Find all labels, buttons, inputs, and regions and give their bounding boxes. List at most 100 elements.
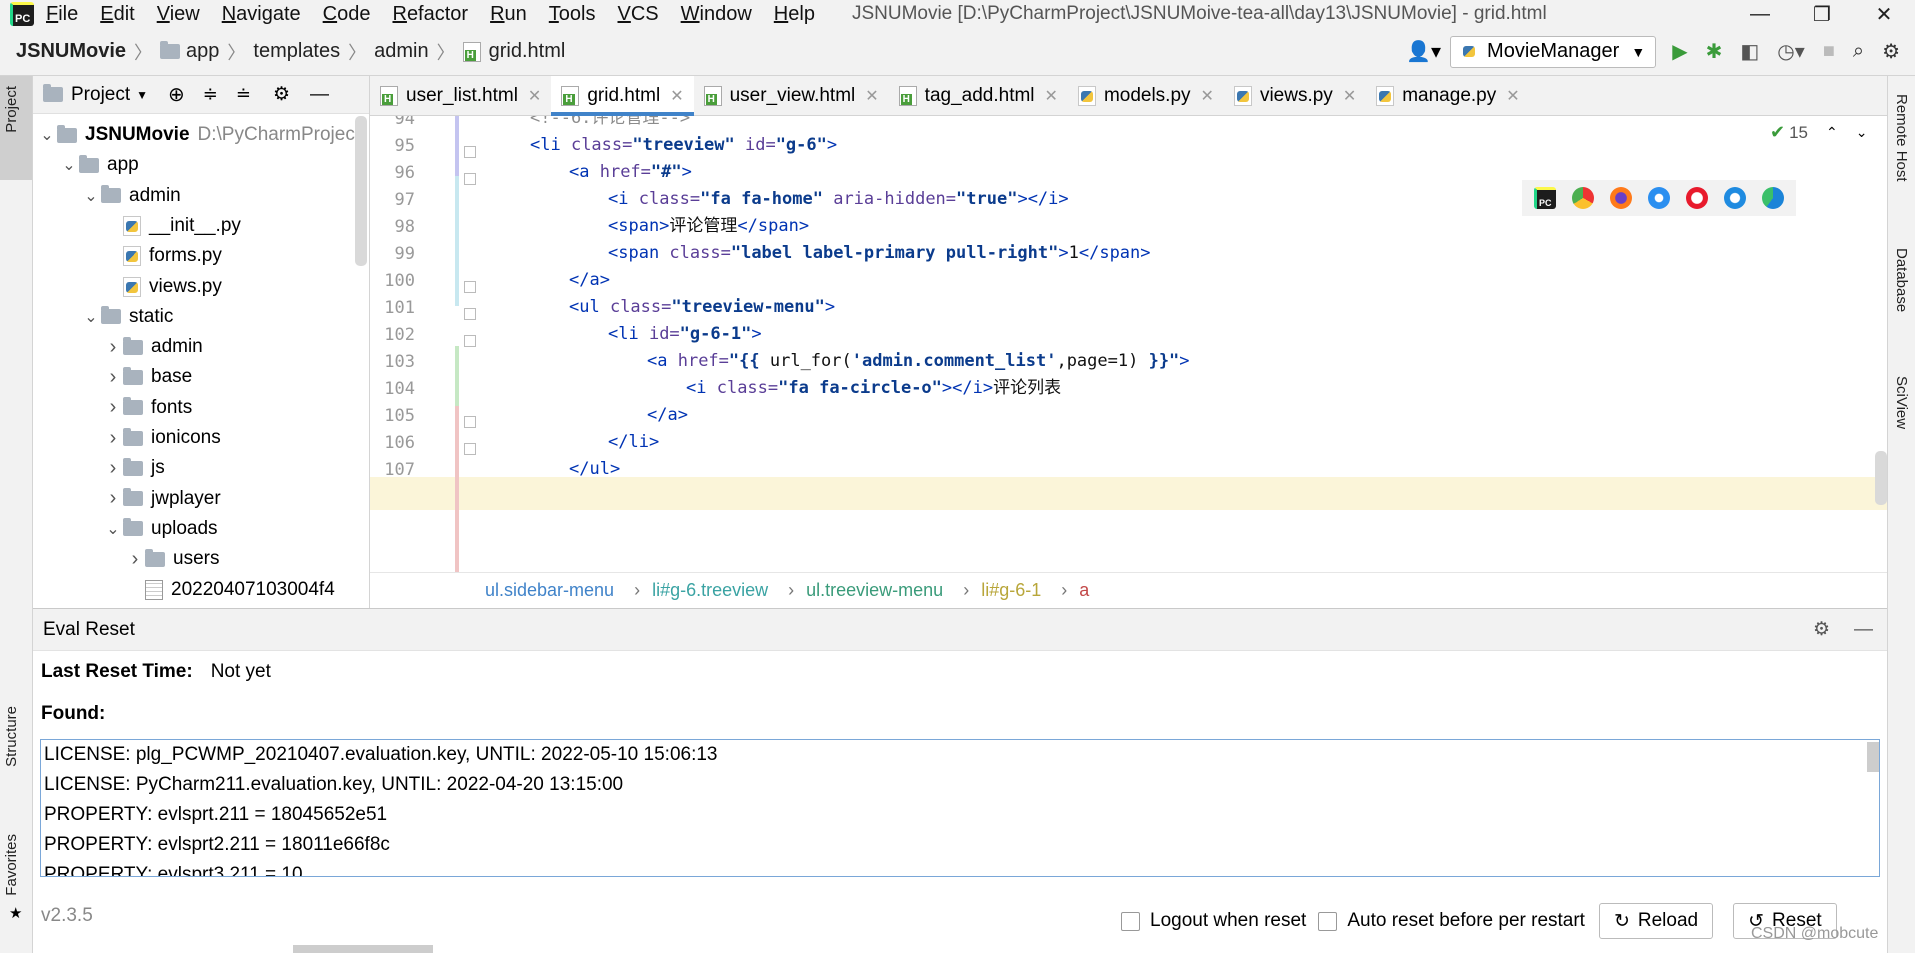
chevron-right-icon[interactable]: › xyxy=(103,366,123,389)
fold-marker-icon[interactable] xyxy=(464,308,476,320)
remote-host-tab[interactable]: Remote Host xyxy=(1893,94,1910,182)
close-icon[interactable]: ✕ xyxy=(1853,2,1915,27)
settings-icon[interactable]: ⚙ xyxy=(1882,39,1900,64)
close-tab-icon[interactable]: ✕ xyxy=(865,86,878,106)
menu-help[interactable]: Help xyxy=(774,3,815,26)
project-panel-title[interactable]: Project xyxy=(71,84,130,106)
tree-item-ionicons[interactable]: › ionicons xyxy=(103,423,221,453)
tree-item-app[interactable]: ⌄ app xyxy=(59,150,138,180)
tree-item-jsnumovie[interactable]: ⌄ JSNUMovie D:\PyCharmProject xyxy=(37,120,360,150)
chevron-right-icon[interactable]: › xyxy=(103,487,123,510)
stop-icon[interactable]: ■ xyxy=(1823,40,1835,63)
menu-vcs[interactable]: VCS xyxy=(618,3,659,26)
inspection-widget[interactable]: ✔ 15 ⌃ ⌄ xyxy=(1770,122,1867,143)
crumb-templates[interactable]: templates xyxy=(253,40,340,63)
close-tab-icon[interactable]: ✕ xyxy=(1343,86,1356,106)
tree-item-forms-py[interactable]: forms.py xyxy=(103,241,222,271)
html-crumb[interactable]: ul.sidebar-menu xyxy=(485,580,614,601)
tab-tag_add-html[interactable]: tag_add.html ✕ xyxy=(889,76,1068,116)
search-icon[interactable]: ⌕ xyxy=(1853,40,1864,63)
run-icon[interactable]: ▶ xyxy=(1672,39,1687,64)
tree-item-uploads[interactable]: ⌄ uploads xyxy=(103,514,217,544)
tree-item-base[interactable]: › base xyxy=(103,362,193,392)
menu-run[interactable]: Run xyxy=(490,3,527,26)
locate-icon[interactable]: ⊕ xyxy=(168,82,185,107)
tree-item-admin[interactable]: ⌄ admin xyxy=(81,181,180,211)
tree-item-js[interactable]: › js xyxy=(103,453,165,483)
chevron-down-icon[interactable]: ⌄ xyxy=(1856,124,1868,141)
fold-marker-icon[interactable] xyxy=(464,281,476,293)
menu-file[interactable]: File xyxy=(46,3,78,26)
chevron-right-icon[interactable]: › xyxy=(103,427,123,450)
menu-navigate[interactable]: Navigate xyxy=(222,3,301,26)
chevron-down-icon[interactable]: ⌄ xyxy=(59,155,79,175)
fold-marker-icon[interactable] xyxy=(464,416,476,428)
database-tab[interactable]: Database xyxy=(1893,248,1910,312)
tree-item-fonts[interactable]: › fonts xyxy=(103,393,193,423)
profile-icon[interactable]: ◷▾ xyxy=(1777,39,1805,64)
crumb-admin[interactable]: admin xyxy=(374,40,428,63)
tree-item-admin[interactable]: › admin xyxy=(103,332,203,362)
logout-checkbox[interactable] xyxy=(1121,911,1140,931)
hide-panel-icon[interactable]: — xyxy=(1854,619,1873,641)
gear-icon[interactable]: ⚙ xyxy=(273,83,290,106)
html-crumb[interactable]: a xyxy=(1079,580,1089,601)
html-crumb[interactable]: ul.treeview-menu xyxy=(806,580,943,601)
tree-item-jwplayer[interactable]: › jwplayer xyxy=(103,484,221,514)
restore-icon[interactable]: ❐ xyxy=(1791,2,1853,27)
tab-models-py[interactable]: models.py ✕ xyxy=(1068,76,1224,116)
pycharm-browser-icon[interactable]: PC xyxy=(1534,187,1556,209)
found-list[interactable]: LICENSE: plg_PCWMP_20210407.evaluation.k… xyxy=(40,739,1880,877)
menu-view[interactable]: View xyxy=(157,3,200,26)
run-config-select[interactable]: MovieManager ▼ xyxy=(1450,35,1657,68)
code-editor[interactable]: 94 <!--6.评论管理--> 95 <li class="treeview" id… xyxy=(370,116,1887,572)
crumb-project[interactable]: JSNUMovie xyxy=(16,40,126,63)
html-crumb[interactable]: li#g-6.treeview xyxy=(652,580,768,601)
chevron-right-icon[interactable]: › xyxy=(103,457,123,480)
tree-item-static[interactable]: ⌄ static xyxy=(81,302,173,332)
close-tab-icon[interactable]: ✕ xyxy=(528,86,541,106)
tree-scrollbar[interactable] xyxy=(355,116,367,266)
safari-icon[interactable] xyxy=(1648,187,1670,209)
list-scrollbar[interactable] xyxy=(1867,742,1879,772)
chrome-icon[interactable] xyxy=(1572,187,1594,209)
gear-icon[interactable]: ⚙ xyxy=(1813,618,1830,641)
menu-code[interactable]: Code xyxy=(323,3,371,26)
tab-user_view-html[interactable]: user_view.html ✕ xyxy=(694,76,889,116)
reload-button[interactable]: ↻ Reload xyxy=(1598,903,1714,939)
edge-icon[interactable] xyxy=(1762,187,1784,209)
structure-tool-tab[interactable]: Structure xyxy=(3,706,20,767)
tab-views-py[interactable]: views.py ✕ xyxy=(1224,76,1366,116)
tab-grid-html[interactable]: grid.html ✕ xyxy=(551,75,694,116)
collapse-all-icon[interactable]: ≐ xyxy=(236,84,251,105)
hide-icon[interactable]: — xyxy=(310,84,329,106)
close-tab-icon[interactable]: ✕ xyxy=(1045,86,1058,106)
menu-refactor[interactable]: Refactor xyxy=(392,3,468,26)
auto-reset-checkbox[interactable] xyxy=(1318,911,1338,931)
tree-item--init-py[interactable]: __init__.py xyxy=(103,211,241,241)
crumb-file[interactable]: grid.html xyxy=(489,40,566,63)
fold-marker-icon[interactable] xyxy=(464,146,476,158)
fold-marker-icon[interactable] xyxy=(464,173,476,185)
close-tab-icon[interactable]: ✕ xyxy=(1201,86,1214,106)
chevron-right-icon[interactable]: › xyxy=(103,336,123,359)
minimize-icon[interactable]: — xyxy=(1729,3,1791,26)
tree-item-views-py[interactable]: views.py xyxy=(103,272,222,302)
expand-all-icon[interactable]: ≑ xyxy=(203,84,218,105)
project-tool-tab[interactable]: Project xyxy=(3,86,20,133)
tree-item-20220407103004f4[interactable]: 20220407103004f4 xyxy=(125,575,335,605)
opera-icon[interactable] xyxy=(1686,187,1708,209)
firefox-icon[interactable] xyxy=(1610,187,1632,209)
fold-marker-icon[interactable] xyxy=(464,335,476,347)
chevron-up-icon[interactable]: ⌃ xyxy=(1826,124,1838,141)
panel-hscroll[interactable] xyxy=(293,945,433,953)
chevron-down-icon[interactable]: ⌄ xyxy=(81,307,101,327)
chevron-down-icon[interactable]: ⌄ xyxy=(37,125,57,145)
chevron-down-icon[interactable]: ⌄ xyxy=(81,186,101,206)
html-crumb[interactable]: li#g-6-1 xyxy=(981,580,1041,601)
chevron-down-icon[interactable]: ▼ xyxy=(136,88,148,102)
user-icon[interactable]: 👤▾ xyxy=(1406,39,1441,64)
coverage-icon[interactable]: ◧ xyxy=(1740,39,1759,64)
close-tab-icon[interactable]: ✕ xyxy=(1506,86,1519,106)
menu-tools[interactable]: Tools xyxy=(549,3,596,26)
